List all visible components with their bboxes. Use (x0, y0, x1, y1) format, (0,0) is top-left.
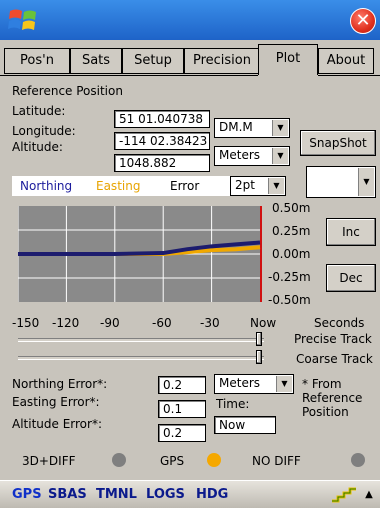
status-indicator-gray (112, 453, 126, 467)
altitude-label: Altitude: (12, 140, 63, 154)
windows-start-icon[interactable] (6, 5, 40, 35)
tab-sats[interactable]: Sats (70, 48, 122, 74)
extra-select[interactable]: ▼ (306, 166, 376, 198)
units-select-value: Meters (219, 148, 261, 162)
dec-button[interactable]: Dec (326, 264, 376, 292)
taskbar-gps[interactable]: GPS (12, 487, 42, 502)
chevron-down-icon: ▼ (276, 376, 292, 392)
taskbar-hdg[interactable]: HDG (196, 487, 228, 502)
tab-posn[interactable]: Pos'n (4, 48, 70, 74)
chevron-up-icon[interactable]: ▲ (362, 487, 376, 503)
coarse-track-slider[interactable] (18, 356, 264, 360)
chevron-down-icon: ▼ (358, 168, 374, 196)
time-field[interactable]: Now (214, 416, 276, 434)
status-3d-diff: 3D+DIFF (22, 454, 76, 468)
close-icon[interactable]: ✕ (350, 8, 376, 34)
y-tick-label: 0.00m (272, 247, 311, 261)
northing-error-field[interactable]: 0.2 (158, 376, 206, 394)
status-indicator-gray (351, 453, 365, 467)
longitude-label: Longitude: (12, 124, 76, 138)
connection-icon[interactable] (330, 485, 358, 505)
altitude-field[interactable]: 1048.882 (114, 154, 210, 172)
longitude-field[interactable]: -114 02.38423 (114, 132, 210, 150)
taskbar-logs[interactable]: LOGS (146, 487, 185, 502)
legend-error: Error (170, 179, 200, 193)
format-select-value: DM.M (219, 120, 253, 134)
x-axis-unit: Seconds (314, 316, 365, 330)
point-select-value: 2pt (235, 178, 255, 192)
inc-button[interactable]: Inc (326, 218, 376, 246)
chevron-down-icon: ▼ (272, 120, 288, 136)
format-select[interactable]: DM.M ▼ (214, 118, 290, 138)
taskbar-tmnl[interactable]: TMNL (96, 487, 137, 502)
reference-note: * From Reference Position (302, 377, 363, 419)
taskbar-sbas[interactable]: SBAS (48, 487, 87, 502)
tab-divider-left (0, 75, 258, 76)
northing-error-label: Northing Error*: (12, 377, 108, 391)
x-tick-label: -90 (100, 316, 120, 330)
y-tick-label: 0.25m (272, 224, 311, 238)
y-tick-label: 0.50m (272, 201, 311, 215)
status-indicator-orange (207, 453, 221, 467)
latitude-field[interactable]: 51 01.040738 (114, 110, 210, 128)
error-units-select[interactable]: Meters ▼ (214, 374, 294, 394)
x-tick-label: -30 (200, 316, 220, 330)
easting-error-field[interactable]: 0.1 (158, 400, 206, 418)
precise-track-label: Precise Track (294, 332, 372, 346)
snapshot-button[interactable]: SnapShot (300, 130, 376, 156)
tab-plot[interactable]: Plot (258, 44, 318, 75)
reference-heading: Reference Position (12, 84, 123, 98)
error-units-select-value: Meters (219, 376, 261, 390)
chevron-down-icon: ▼ (272, 148, 288, 164)
legend-easting: Easting (96, 179, 141, 193)
x-tick-label: Now (250, 316, 277, 330)
point-select[interactable]: 2pt ▼ (230, 176, 286, 196)
time-label: Time: (216, 397, 250, 411)
chevron-down-icon: ▼ (268, 178, 284, 194)
x-tick-label: -60 (152, 316, 172, 330)
units-select[interactable]: Meters ▼ (214, 146, 290, 166)
plot-legend: Northing Easting Error (12, 176, 264, 196)
coarse-track-label: Coarse Track (296, 352, 373, 366)
slider-thumb[interactable] (256, 332, 263, 346)
status-gps: GPS (160, 454, 185, 468)
x-tick-label: -150 (12, 316, 40, 330)
y-tick-label: -0.50m (268, 293, 311, 307)
altitude-error-field[interactable]: 0.2 (158, 424, 206, 442)
slider-thumb[interactable] (256, 350, 263, 364)
status-no-diff: NO DIFF (252, 454, 301, 468)
y-tick-label: -0.25m (268, 270, 311, 284)
altitude-error-label: Altitude Error*: (12, 417, 102, 431)
precise-track-slider[interactable] (18, 338, 264, 342)
tab-setup[interactable]: Setup (122, 48, 184, 74)
title-bar: ✕ (0, 0, 380, 40)
plot-area (18, 206, 262, 302)
tab-divider-right (318, 75, 380, 76)
tab-about[interactable]: About (318, 48, 374, 74)
legend-northing: Northing (20, 179, 73, 193)
latitude-label: Latitude: (12, 104, 66, 118)
tab-precision[interactable]: Precision (184, 48, 260, 74)
easting-error-label: Easting Error*: (12, 395, 100, 409)
taskbar: GPS SBAS TMNL LOGS HDG ▲ (0, 480, 380, 508)
x-tick-label: -120 (52, 316, 80, 330)
tab-strip: Pos'n Sats Setup Precision Plot About (0, 44, 380, 76)
